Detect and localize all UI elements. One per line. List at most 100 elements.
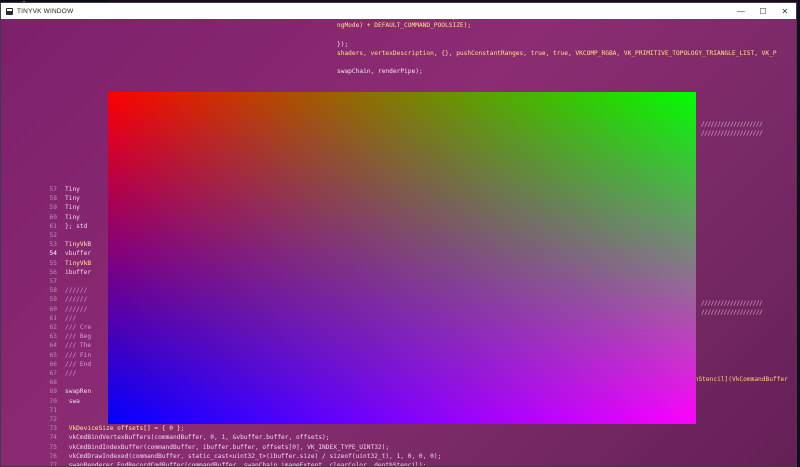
code-line: 58 ////// [1, 286, 88, 295]
line-number: 60 [49, 305, 57, 313]
code-text: /// End [65, 360, 92, 368]
code-text: TinyVkB [65, 259, 92, 267]
line-number: 72 [49, 416, 57, 423]
code-text: vkCmdDrawIndexed(commandBuffer, static_c… [65, 452, 442, 460]
code-text: swa [65, 397, 80, 405]
line-number: 58 [49, 287, 57, 295]
gradient-bottom-layer [108, 92, 696, 424]
code-line: 59 Tiny [1, 203, 80, 212]
code-line: 77 swapRenderer.EndRecordCmdBuffer(comma… [1, 461, 427, 466]
line-number: 63 [49, 333, 57, 341]
code-text: Tiny [65, 213, 80, 221]
maximize-button[interactable]: ☐ [752, 7, 774, 16]
code-line: ngMode) + DEFAULT_COMMAND_POOLSIZE); [337, 22, 472, 30]
code-line: 62 /// Cre [1, 323, 92, 332]
code-line: 60 Tiny [1, 213, 80, 222]
line-number: 54 [49, 250, 57, 258]
line-number: 69 [49, 388, 57, 396]
line-number: 57 [49, 186, 57, 193]
code-line: }); [337, 40, 349, 48]
line-number: 70 [49, 397, 57, 405]
line-number: 60 [49, 213, 57, 221]
code-line: 76 vkCmdDrawIndexed(commandBuffer, stati… [1, 452, 442, 461]
code-line: 70 swa [1, 397, 80, 406]
line-number: 57 [49, 278, 57, 285]
code-line: 72 [1, 415, 65, 424]
code-text: /// The [65, 342, 92, 350]
code-text: VkDeviceSize offsets[] = { 0 }; [65, 425, 185, 433]
line-number: 59 [49, 204, 57, 212]
line-number: 55 [49, 259, 57, 267]
window-title: TINYVK WINDOW [17, 7, 74, 15]
line-number: 66 [49, 360, 57, 368]
comment-rule: /////////////////// [701, 300, 763, 307]
title-bar[interactable]: TINYVK WINDOW — ☐ ✕ [1, 3, 796, 19]
code-text: ////// [65, 287, 88, 295]
code-line: 61 }; std [1, 222, 88, 231]
line-number: 67 [49, 370, 57, 377]
line-number: 56 [49, 268, 57, 276]
line-number: 62 [49, 324, 57, 331]
code-line: 71 [1, 406, 65, 415]
code-text: swapRenderer.EndRecordCmdBuffer(commandB… [65, 462, 427, 466]
line-number: 75 [49, 443, 57, 451]
line-number: 73 [49, 425, 57, 433]
code-text: /// Cre [65, 324, 92, 331]
code-line: 66 /// End [1, 360, 92, 369]
line-number: 74 [49, 434, 57, 442]
line-number: 76 [49, 452, 57, 460]
code-text: Tiny [65, 186, 80, 193]
code-text: TinyVkB [65, 241, 92, 249]
line-number: 64 [49, 342, 57, 350]
line-number: 59 [49, 296, 57, 304]
code-line: 59 ////// [1, 295, 88, 304]
line-number: 61 [49, 222, 57, 230]
code-line: 73 VkDeviceSize offsets[] = { 0 }; [1, 424, 185, 433]
code-fragment-label: thStencil](VkCommandBuffer [691, 376, 788, 383]
code-text: /// [65, 314, 77, 322]
line-number: 65 [49, 351, 57, 359]
line-number: 53 [49, 241, 57, 249]
code-line: 68 [1, 378, 65, 387]
code-line: 69 swapRen [1, 387, 92, 396]
code-text: Tiny [65, 204, 80, 212]
comment-rule: /////////////////// [701, 309, 763, 316]
line-number: 77 [49, 462, 57, 466]
code-line: 54 vbuffer [1, 249, 92, 258]
code-line: 56 ibuffer [1, 268, 92, 277]
code-line: 63 /// Beg [1, 332, 92, 341]
app-window: TINYVK WINDOW — ☐ ✕ stance.defInstance()… [1, 3, 796, 466]
code-text: vkCmdBindVertexBuffers(commandBuffer, 0,… [65, 434, 330, 442]
code-text: ibuffer [65, 268, 92, 276]
code-text: vkCmdBindIndexBuffer(commandBuffer, ibuf… [65, 443, 390, 451]
code-line: 65 /// Fin [1, 351, 92, 360]
comment-rule: /////////////////// [701, 121, 763, 128]
code-line: 61 /// [1, 314, 77, 323]
code-line: 53 TinyVkB [1, 240, 92, 249]
vulkan-render-surface[interactable] [108, 92, 696, 424]
code-text: }; std [65, 222, 88, 230]
close-button[interactable]: ✕ [774, 7, 796, 16]
code-line: 57 Tiny [1, 185, 80, 194]
code-line: 52 [1, 231, 65, 240]
code-line: 55 TinyVkB [1, 259, 92, 268]
code-text: /// Beg [65, 333, 92, 341]
code-line: 60 ////// [1, 305, 88, 314]
code-line: 67 /// [1, 369, 77, 378]
code-text: ////// [65, 296, 88, 304]
line-number: 58 [49, 195, 57, 203]
window-app-icon [6, 7, 13, 15]
gradient-quad [108, 92, 696, 424]
line-number: 71 [49, 406, 57, 414]
window-client-area: stance.defInstance(), fDevice.types);ngM… [1, 19, 796, 466]
code-line: 58 Tiny [1, 194, 80, 203]
line-number: 68 [49, 379, 57, 387]
code-line: 57 [1, 277, 65, 286]
code-line: 74 vkCmdBindVertexBuffers(commandBuffer,… [1, 433, 330, 442]
code-line: 75 vkCmdBindIndexBuffer(commandBuffer, i… [1, 443, 390, 452]
line-number: 61 [49, 314, 57, 322]
minimize-button[interactable]: — [730, 7, 752, 16]
code-line: 64 /// The [1, 341, 92, 350]
code-line: swapChain, renderPipe); [337, 68, 423, 76]
code-text: swapRen [65, 388, 92, 396]
